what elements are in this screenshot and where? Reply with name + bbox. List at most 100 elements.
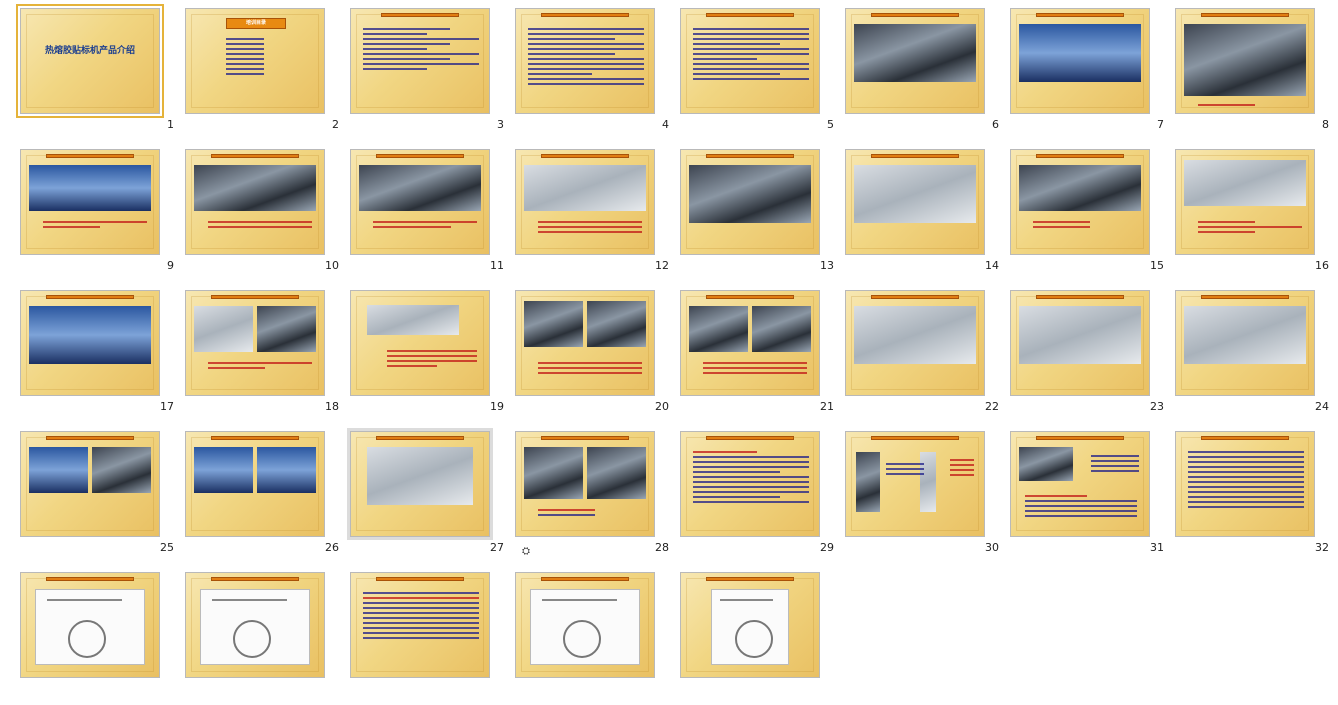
slide-thumb-18[interactable]: 18 <box>179 282 344 423</box>
slide-number: 19 <box>490 400 504 413</box>
slide-number: 26 <box>325 541 339 554</box>
slide-number: 25 <box>160 541 174 554</box>
slide-thumb-12[interactable]: 12 <box>509 141 674 282</box>
slide-10-preview <box>185 149 325 255</box>
slide-thumb-30[interactable]: 30 <box>839 423 1004 564</box>
slide-thumb-36[interactable] <box>509 564 674 705</box>
slide-number: 16 <box>1315 259 1329 272</box>
slide-thumb-22[interactable]: 22 <box>839 282 1004 423</box>
slide-number: 12 <box>655 259 669 272</box>
slide-25-preview <box>20 431 160 537</box>
slide-3-preview <box>350 8 490 114</box>
slide-thumb-26[interactable]: 26 <box>179 423 344 564</box>
slide-thumb-23[interactable]: 23 <box>1004 282 1169 423</box>
slide-number: 24 <box>1315 400 1329 413</box>
slide-thumb-27[interactable]: 27 <box>344 423 509 564</box>
slide-thumb-11[interactable]: 11 <box>344 141 509 282</box>
slide-30-preview <box>845 431 985 537</box>
slide-thumb-3[interactable]: 3 <box>344 0 509 141</box>
slide-thumb-13[interactable]: 13 <box>674 141 839 282</box>
slide-1-title: 热熔胶贴标机产品介绍 <box>44 46 135 56</box>
slide-24-preview <box>1175 290 1315 396</box>
slide-6-preview <box>845 8 985 114</box>
slide-thumb-15[interactable]: 15 <box>1004 141 1169 282</box>
cursor-icon: ⛭ <box>522 546 530 557</box>
slide-thumb-20[interactable]: 20 <box>509 282 674 423</box>
slide-thumb-21[interactable]: 21 <box>674 282 839 423</box>
slide-thumb-19[interactable]: 19 <box>344 282 509 423</box>
slide-thumb-7[interactable]: 7 <box>1004 0 1169 141</box>
slide-thumb-29[interactable]: 29 <box>674 423 839 564</box>
slide-number: 10 <box>325 259 339 272</box>
slide-thumb-28[interactable]: 28 <box>509 423 674 564</box>
slide-37-preview <box>680 572 820 678</box>
slide-number: 20 <box>655 400 669 413</box>
slide-number: 18 <box>325 400 339 413</box>
slide-18-preview <box>185 290 325 396</box>
slide-thumb-17[interactable]: 17 <box>14 282 179 423</box>
slide-11-preview <box>350 149 490 255</box>
slide-number: 27 <box>490 541 504 554</box>
slide-19-preview <box>350 290 490 396</box>
slide-thumb-5[interactable]: 5 <box>674 0 839 141</box>
slide-thumb-8[interactable]: 8 <box>1169 0 1334 141</box>
slide-thumb-10[interactable]: 10 <box>179 141 344 282</box>
slide-thumb-25[interactable]: 25 <box>14 423 179 564</box>
slide-12-preview <box>515 149 655 255</box>
slide-number: 3 <box>497 118 504 131</box>
slide-number: 15 <box>1150 259 1164 272</box>
slide-32-preview <box>1175 431 1315 537</box>
slide-thumb-33[interactable] <box>14 564 179 705</box>
slide-number: 8 <box>1322 118 1329 131</box>
slide-28-preview <box>515 431 655 537</box>
slide-7-preview <box>1010 8 1150 114</box>
slide-number: 29 <box>820 541 834 554</box>
slide-33-preview <box>20 572 160 678</box>
slide-thumb-34[interactable] <box>179 564 344 705</box>
slide-thumb-37[interactable] <box>674 564 839 705</box>
slide-4-preview <box>515 8 655 114</box>
slide-thumb-4[interactable]: 4 <box>509 0 674 141</box>
slide-15-preview <box>1010 149 1150 255</box>
slide-number: 21 <box>820 400 834 413</box>
slide-thumb-6[interactable]: 6 <box>839 0 1004 141</box>
slide-number: 28 <box>655 541 669 554</box>
slide-number: 14 <box>985 259 999 272</box>
slide-thumb-2[interactable]: 培训目录 2 <box>179 0 344 141</box>
slide-number: 17 <box>160 400 174 413</box>
slide-thumb-31[interactable]: 31 <box>1004 423 1169 564</box>
slide-number: 31 <box>1150 541 1164 554</box>
slide-thumb-35[interactable] <box>344 564 509 705</box>
slide-number: 30 <box>985 541 999 554</box>
slide-thumb-1[interactable]: 热熔胶贴标机产品介绍 1 <box>14 0 179 141</box>
slide-number: 23 <box>1150 400 1164 413</box>
slide-number: 6 <box>992 118 999 131</box>
slide-34-preview <box>185 572 325 678</box>
slide-22-preview <box>845 290 985 396</box>
slide-1-preview: 热熔胶贴标机产品介绍 <box>16 4 164 118</box>
slide-13-preview <box>680 149 820 255</box>
slide-number: 2 <box>332 118 339 131</box>
slide-16-preview <box>1175 149 1315 255</box>
slide-thumb-32[interactable]: 32 <box>1169 423 1334 564</box>
slide-2-preview: 培训目录 <box>185 8 325 114</box>
slide-9-preview <box>20 149 160 255</box>
slide-number: 22 <box>985 400 999 413</box>
slide-thumb-16[interactable]: 16 <box>1169 141 1334 282</box>
slide-2-title: 培训目录 <box>226 18 286 29</box>
slide-number: 13 <box>820 259 834 272</box>
slide-31-preview <box>1010 431 1150 537</box>
slide-number: 7 <box>1157 118 1164 131</box>
slide-number: 4 <box>662 118 669 131</box>
slide-thumb-24[interactable]: 24 <box>1169 282 1334 423</box>
slide-number: 9 <box>167 259 174 272</box>
slide-number: 32 <box>1315 541 1329 554</box>
slide-20-preview <box>515 290 655 396</box>
slide-sorter-view: 热熔胶贴标机产品介绍 1 培训目录 2 3 4 5 6 7 8 9 10 11 … <box>0 0 1338 678</box>
slide-number: 5 <box>827 118 834 131</box>
slide-27-preview <box>350 431 490 537</box>
slide-thumb-14[interactable]: 14 <box>839 141 1004 282</box>
slide-thumb-9[interactable]: 9 <box>14 141 179 282</box>
slide-8-preview <box>1175 8 1315 114</box>
slide-21-preview <box>680 290 820 396</box>
